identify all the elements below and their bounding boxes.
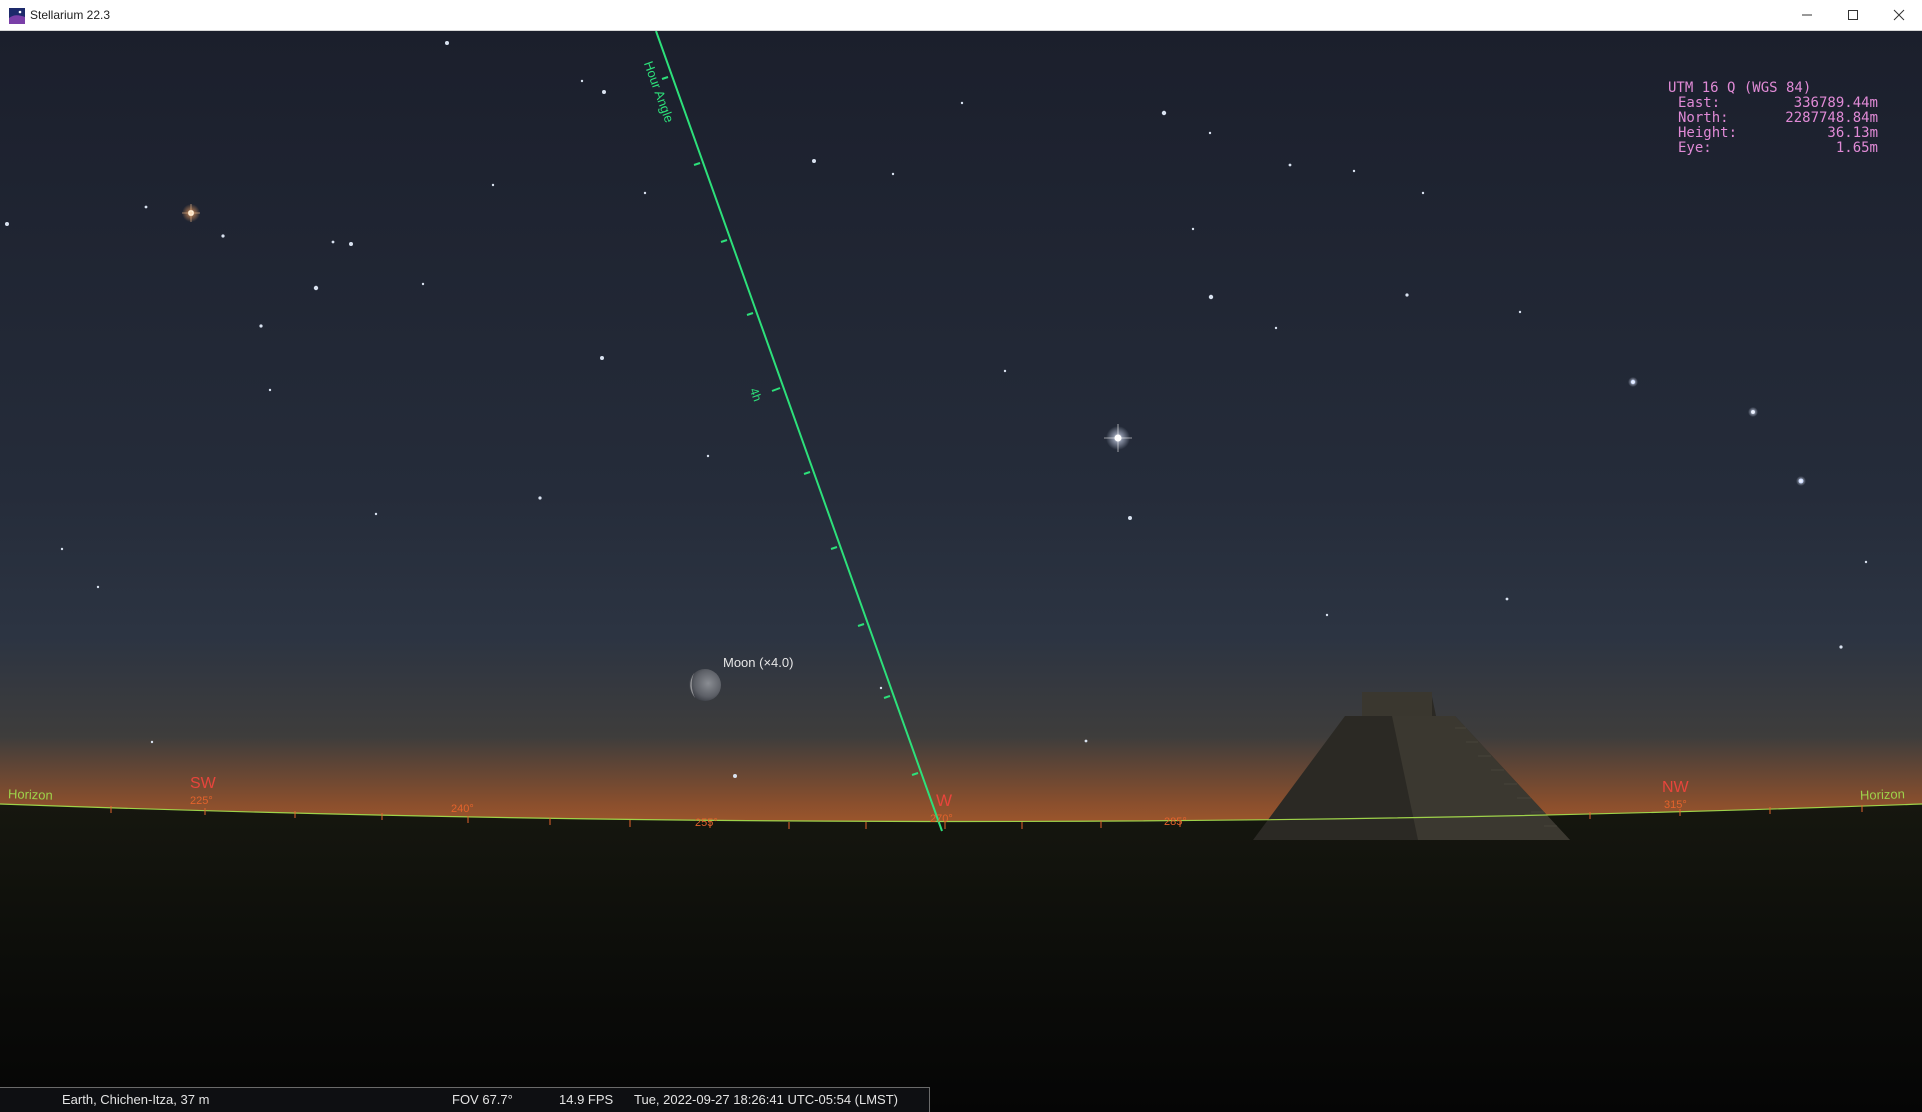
status-fov: FOV 67.7° <box>452 1092 513 1107</box>
utm-row-height: Height: 36.13m <box>1668 126 1878 141</box>
azimuth-285: 285° <box>1164 816 1187 828</box>
window-title: Stellarium 22.3 <box>30 8 111 22</box>
cardinal-sw: SW <box>190 775 216 792</box>
minimize-button[interactable] <box>1784 0 1830 30</box>
azimuth-315: 315° <box>1664 799 1687 811</box>
azimuth-240: 240° <box>451 803 474 815</box>
utm-row-north: North: 2287748.84m <box>1668 111 1878 126</box>
moon-disc[interactable] <box>689 669 721 701</box>
utm-label: East: <box>1678 95 1721 111</box>
status-datetime[interactable]: Tue, 2022-09-27 18:26:41 UTC-05:54 (LMST… <box>634 1092 898 1107</box>
utm-value: 336789.44m <box>1793 95 1878 111</box>
window-titlebar[interactable]: Stellarium 22.3 <box>0 0 1922 31</box>
sky-scene[interactable] <box>0 31 1922 1112</box>
utm-label: Height: <box>1678 125 1738 141</box>
cardinal-w: W <box>936 791 953 810</box>
utm-row-eye: Eye: 1.65m <box>1668 141 1878 156</box>
sky-viewport[interactable]: Hour Angle 4h Horizon Horizon SW 225° 24… <box>0 31 1922 1112</box>
utm-coordinates-panel: UTM 16 Q (WGS 84) East: 336789.44m North… <box>1668 81 1878 156</box>
close-button[interactable] <box>1876 0 1922 30</box>
minimize-icon <box>1802 14 1812 16</box>
maximize-icon <box>1848 10 1858 20</box>
utm-value: 1.65m <box>1835 140 1878 156</box>
azimuth-270: 270° <box>930 813 953 825</box>
maximize-button[interactable] <box>1830 0 1876 30</box>
stellarium-app-icon <box>9 8 25 24</box>
utm-row-east: East: 336789.44m <box>1668 96 1878 111</box>
moon-label: Moon (×4.0) <box>723 655 794 670</box>
horizon-label-left: Horizon <box>7 786 54 803</box>
azimuth-255: 255° <box>695 817 718 829</box>
status-fps: 14.9 FPS <box>559 1092 614 1107</box>
close-icon <box>1893 9 1905 21</box>
utm-value: 2287748.84m <box>1785 110 1878 126</box>
status-bar[interactable]: Earth, Chichen-Itza, 37 m FOV 67.7° 14.9… <box>0 1087 930 1112</box>
status-location[interactable]: Earth, Chichen-Itza, 37 m <box>62 1092 209 1107</box>
azimuth-225: 225° <box>190 795 213 807</box>
horizon-label-right: Horizon <box>1859 786 1906 803</box>
utm-header: UTM 16 Q (WGS 84) <box>1668 80 1812 96</box>
utm-value: 36.13m <box>1827 125 1878 141</box>
ground-landscape <box>0 804 1922 1112</box>
sky-background <box>0 31 1922 871</box>
utm-label: North: <box>1678 110 1729 126</box>
cardinal-nw: NW <box>1662 779 1689 796</box>
utm-label: Eye: <box>1678 140 1712 156</box>
